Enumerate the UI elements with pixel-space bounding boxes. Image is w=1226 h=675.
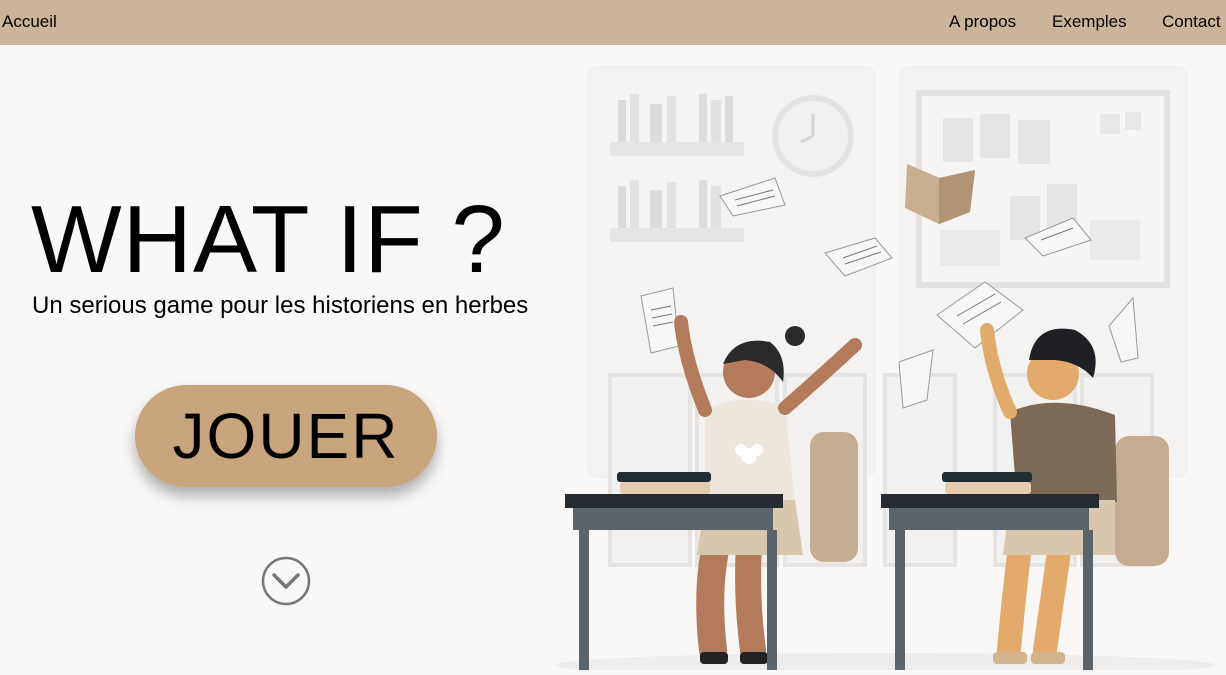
nav-about-link[interactable]: A propos xyxy=(949,12,1016,32)
classroom-illustration xyxy=(555,60,1215,675)
hero-title: WHAT IF ? xyxy=(31,186,506,293)
nav-home-link[interactable]: Accueil xyxy=(2,12,57,32)
nav-examples-link[interactable]: Exemples xyxy=(1052,12,1127,32)
chevron-down-circle-icon[interactable] xyxy=(261,556,311,606)
play-button[interactable]: JOUER xyxy=(135,385,437,487)
top-navbar: Accueil A propos Exemples Contact xyxy=(0,0,1226,45)
nav-contact-link[interactable]: Contact xyxy=(1162,12,1221,32)
hero-subtitle: Un serious game pour les historiens en h… xyxy=(32,292,529,319)
